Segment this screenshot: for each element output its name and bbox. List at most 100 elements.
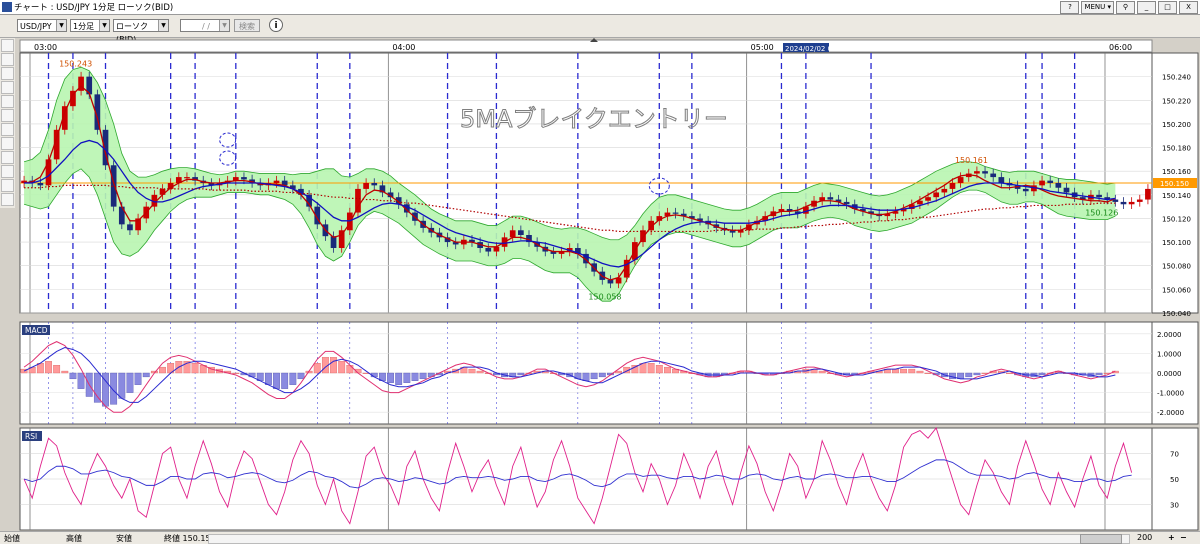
price-tick-label: 150.100 <box>1162 239 1191 247</box>
candle-body <box>827 197 834 200</box>
macd-histogram-bar <box>395 372 403 385</box>
current-price-tag-label: 150.150 <box>1160 180 1189 188</box>
macd-histogram-bar <box>598 372 606 378</box>
macd-histogram-bar <box>1038 372 1046 376</box>
candle-body <box>949 183 956 189</box>
price-annotation: 150.161 <box>955 156 988 165</box>
candle-body <box>184 177 190 179</box>
macd-histogram-bar <box>647 363 655 374</box>
macd-histogram-bar <box>590 372 598 380</box>
candle-body <box>1096 194 1102 198</box>
macd-title: MACD <box>25 326 48 335</box>
chart-title: 5MAブレイクエントリー <box>460 105 728 133</box>
candle-body <box>1128 201 1135 205</box>
rsi-tick-label: 70 <box>1170 451 1179 459</box>
chart-svg: 03:00 04:00 05:00 06:00 2024/02/02 05:17 150.… <box>19 38 1199 531</box>
candle-body <box>1063 187 1070 193</box>
macd-histogram-bar <box>419 372 427 380</box>
candle-body <box>241 177 247 180</box>
macd-histogram-bar <box>1095 372 1103 376</box>
macd-histogram-bar <box>900 368 908 374</box>
candle-body <box>672 212 679 214</box>
candle-body <box>371 183 378 186</box>
crosshair-time-label: 2024/02/02 05:17 <box>785 45 848 53</box>
macd-histogram-bar <box>297 372 305 380</box>
candle-body <box>933 192 940 198</box>
macd-histogram-bar <box>468 368 476 374</box>
macd-histogram-bar <box>53 365 61 374</box>
macd-histogram-bar <box>45 361 52 374</box>
macd-histogram-bar <box>916 370 924 374</box>
macd-histogram-bar <box>346 365 354 374</box>
time-tick-label: 03:00 <box>34 43 57 52</box>
price-tick-label: 150.080 <box>1162 263 1191 271</box>
candle-body <box>1047 180 1054 183</box>
candle-body <box>982 171 988 174</box>
time-tick-label: 05:00 <box>751 43 774 52</box>
candle-body <box>957 177 964 183</box>
candle-body <box>1039 180 1045 186</box>
macd-histogram-bar <box>191 363 199 374</box>
rsi-tick-label: 30 <box>1170 502 1179 510</box>
macd-histogram-bar <box>69 372 77 380</box>
macd-histogram-bar <box>517 372 525 376</box>
candle-body <box>517 230 524 235</box>
macd-histogram-bar <box>664 366 671 374</box>
macd-histogram-bar <box>403 372 411 383</box>
price-tick-label: 150.160 <box>1162 168 1191 176</box>
rsi-title: RSI <box>25 432 37 441</box>
macd-histogram-bar <box>892 368 899 374</box>
candle-body <box>1022 188 1029 192</box>
candle-body <box>127 224 133 231</box>
macd-histogram-bar <box>338 361 346 374</box>
zoom-in-icon[interactable]: + <box>1168 533 1175 542</box>
high-label: 高値 <box>66 534 82 543</box>
price-tick-label: 150.140 <box>1162 192 1191 200</box>
macd-histogram-bar <box>965 372 973 378</box>
macd-histogram-bar <box>476 370 484 374</box>
candle-body <box>1120 201 1127 205</box>
candle-body <box>37 183 44 186</box>
bar-count[interactable]: 200 <box>1137 533 1152 542</box>
macd-tick-label: 1.0000 <box>1157 350 1182 358</box>
macd-histogram-bar <box>818 370 826 374</box>
macd-tick-label: -1.0000 <box>1157 390 1184 398</box>
macd-histogram-bar <box>273 372 280 389</box>
macd-histogram-bar <box>582 372 590 381</box>
candle-body <box>1055 183 1062 188</box>
candle-body <box>273 180 280 183</box>
macd-histogram-bar <box>134 372 142 385</box>
macd-histogram-bar <box>118 372 126 399</box>
macd-histogram-bar <box>93 372 101 403</box>
time-tick-label: 04:00 <box>392 43 415 52</box>
price-annotation: 150.058 <box>588 292 621 301</box>
price-annotation: 150.126 <box>1085 209 1118 218</box>
macd-histogram-bar <box>411 372 419 381</box>
macd-histogram-bar <box>110 372 118 405</box>
macd-tick-label: -2.0000 <box>1157 409 1184 417</box>
macd-histogram-bar <box>330 357 337 374</box>
status-bar: 始値 高値 安値 終値 150.150 200 + − <box>0 531 1200 544</box>
candle-body <box>355 188 361 213</box>
macd-histogram-bar <box>387 372 394 383</box>
candle-body <box>45 159 52 186</box>
candle-body <box>974 171 980 174</box>
price-tick-label: 150.120 <box>1162 215 1191 223</box>
macd-histogram-bar <box>655 365 663 374</box>
low-label: 安値 <box>116 534 132 543</box>
time-axis <box>19 39 1153 53</box>
macd-histogram-bar <box>1006 372 1013 374</box>
candle-body <box>998 177 1005 183</box>
macd-histogram-bar <box>313 363 321 374</box>
candle-body <box>941 188 948 193</box>
macd-histogram-bar <box>924 372 932 374</box>
candle-body <box>1136 199 1143 202</box>
macd-histogram-bar <box>289 372 297 385</box>
macd-histogram-bar <box>142 372 150 378</box>
price-tick-label: 150.040 <box>1162 310 1191 318</box>
zoom-out-icon[interactable]: − <box>1180 533 1187 542</box>
macd-histogram-bar <box>77 372 85 389</box>
candle-body <box>1145 188 1151 200</box>
time-tick-label: 06:00 <box>1109 43 1132 52</box>
candle-body <box>363 183 369 189</box>
